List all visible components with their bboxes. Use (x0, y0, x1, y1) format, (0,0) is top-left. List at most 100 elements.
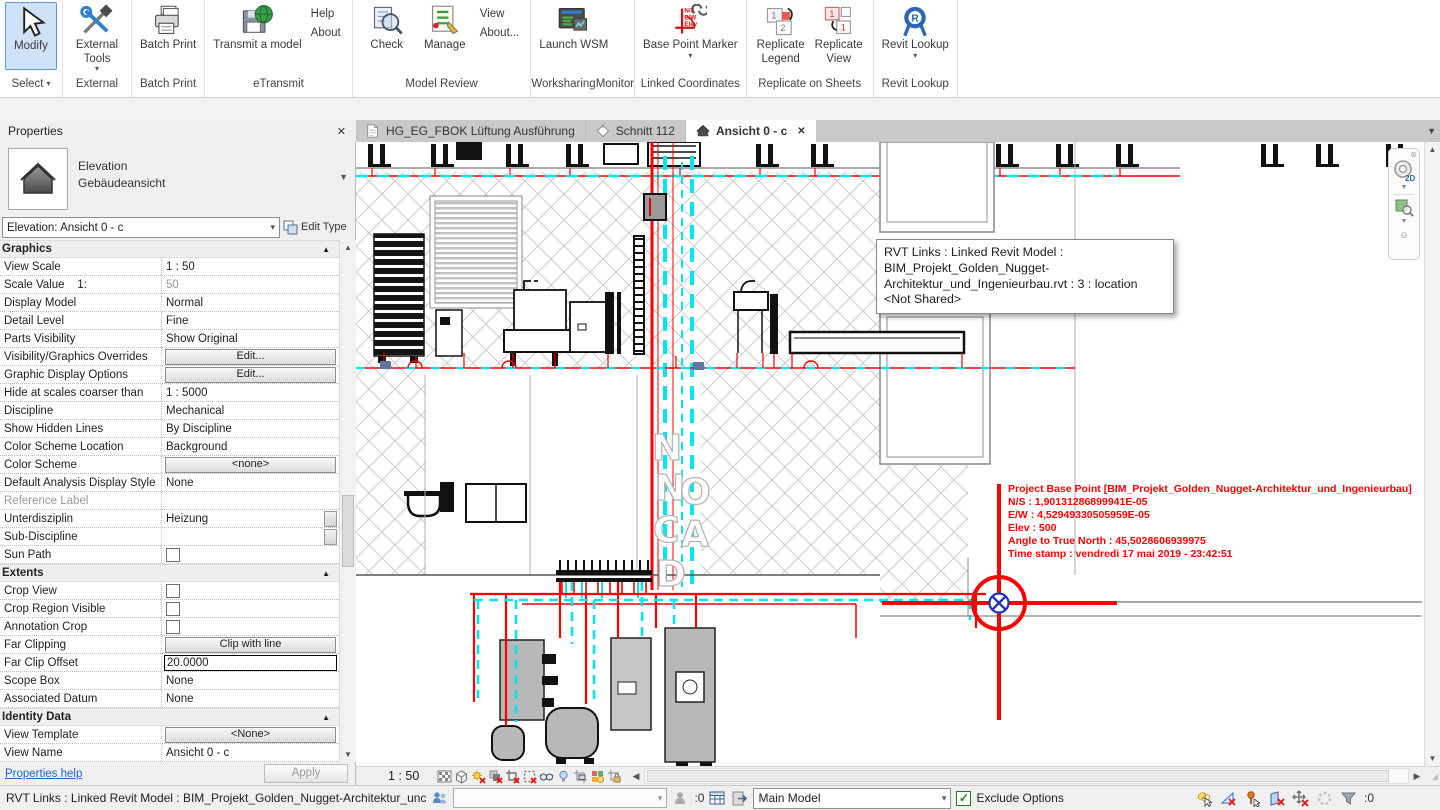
visual-style-icon[interactable] (453, 768, 470, 784)
select-by-face-icon[interactable] (1268, 790, 1285, 807)
ribbon-button-replicate-view[interactable]: 11ReplicateView (810, 2, 868, 66)
drawing-canvas[interactable]: N N O C A D (356, 142, 1424, 766)
property-button[interactable]: Clip with line (165, 637, 336, 653)
property-value[interactable]: None (162, 672, 339, 689)
property-value[interactable] (162, 600, 339, 617)
scroll-up-icon[interactable]: ▲ (1425, 142, 1440, 157)
view-tab-ansicht-0-c[interactable]: Ansicht 0 - c✕ (686, 120, 816, 142)
property-value[interactable]: 1 : 50 (162, 258, 339, 275)
property-checkbox[interactable] (166, 602, 180, 616)
vertical-scrollbar[interactable]: ▲ ▼ (1424, 142, 1440, 766)
horizontal-scrollbar[interactable] (644, 768, 1409, 784)
active-workset-combo[interactable]: ▾ (453, 788, 667, 808)
drag-on-selection-icon[interactable] (1292, 790, 1309, 807)
select-underlay-icon[interactable] (1220, 790, 1237, 807)
steering-wheel-2d-icon[interactable]: 2D (1392, 159, 1416, 183)
ribbon-button-launch-wsm[interactable]: Launch WSM (536, 2, 611, 53)
property-grid-scrollbar[interactable]: ▲ ▼ (339, 240, 356, 762)
ribbon-button-manage[interactable]: Manage (416, 2, 474, 53)
temporary-hide-icon[interactable] (538, 768, 555, 784)
worksharing-display-icon[interactable] (572, 768, 589, 784)
property-value[interactable] (162, 582, 339, 599)
type-selector[interactable]: Elevation Gebäudeansicht ▼ (0, 146, 356, 212)
instance-selector[interactable]: Elevation: Ansicht 0 - c ▾ (2, 217, 280, 238)
view-tab-hg-eg-fbok-lüftung-ausführung[interactable]: HG_EG_FBOK Lüftung Ausführung (356, 120, 586, 142)
ribbon-button-transmit-a-model[interactable]: Transmit a model (210, 2, 304, 53)
scroll-down-icon[interactable]: ▼ (340, 747, 356, 762)
filter-icon[interactable] (1340, 790, 1357, 807)
property-value[interactable]: Background (162, 438, 339, 455)
ribbon-button-replicate-legend[interactable]: 12ReplicateLegend (752, 2, 810, 66)
ribbon-button-check[interactable]: Check (358, 2, 416, 53)
temporary-view-properties-icon[interactable] (589, 768, 606, 784)
scroll-down-icon[interactable]: ▼ (1425, 751, 1440, 766)
worksets-icon[interactable] (431, 790, 448, 807)
property-value[interactable]: 50 (162, 276, 339, 293)
property-value[interactable]: Heizung (162, 510, 339, 527)
navbar-collapse-icon[interactable]: ⊖ (1400, 230, 1408, 241)
exclude-options-checkbox[interactable]: ✓ (956, 791, 971, 806)
property-value[interactable]: Edit... (162, 366, 339, 383)
hscroll-left-icon[interactable]: ◀ (629, 771, 643, 782)
zoom-region-icon[interactable] (1394, 197, 1414, 217)
property-value[interactable] (162, 528, 339, 545)
close-tab-icon[interactable]: ✕ (797, 126, 805, 137)
background-processes-icon[interactable] (1316, 790, 1333, 807)
design-option-combo[interactable]: Main Model ▾ (753, 788, 951, 809)
property-value[interactable]: Normal (162, 294, 339, 311)
crop-view-icon[interactable] (504, 768, 521, 784)
view-scale-control[interactable]: 1 : 50 (388, 769, 436, 783)
ribbon-button-help[interactable]: Help (311, 8, 335, 20)
property-button[interactable]: <None> (165, 727, 336, 743)
property-button[interactable]: <none> (165, 457, 336, 473)
type-selector-dropdown-icon[interactable]: ▼ (339, 172, 348, 182)
worksets-dialog-icon[interactable] (709, 790, 726, 807)
shadows-icon[interactable] (487, 768, 504, 784)
view-tab-schnitt-112[interactable]: Schnitt 112 (586, 120, 686, 142)
property-value[interactable]: Edit... (162, 348, 339, 365)
chevron-down-icon[interactable]: ▼ (1401, 217, 1408, 226)
properties-close-icon[interactable]: ✕ (337, 125, 356, 138)
property-value[interactable]: 20.0000 (162, 654, 339, 671)
property-checkbox[interactable] (166, 620, 180, 634)
select-pinned-icon[interactable] (1244, 790, 1261, 807)
property-value[interactable]: Clip with line (162, 636, 339, 653)
scroll-up-icon[interactable]: ▲ (340, 240, 356, 255)
collapse-section-icon[interactable]: ▲ (322, 713, 330, 722)
editing-requests-icon[interactable] (672, 790, 689, 807)
property-checkbox[interactable] (166, 548, 180, 562)
edit-type-button[interactable]: Edit Type (283, 216, 354, 238)
property-button[interactable]: Edit... (165, 367, 336, 383)
navbar-close-icon[interactable]: ⊗ (1410, 151, 1417, 159)
property-value[interactable]: Fine (162, 312, 339, 329)
detail-level-icon[interactable] (436, 768, 453, 784)
tab-list-dropdown-icon[interactable]: ▼ (1427, 120, 1436, 142)
design-options-icon[interactable] (731, 790, 748, 807)
section-header-identity-data[interactable]: Identity Data▲ (0, 708, 339, 726)
property-value[interactable]: Show Original (162, 330, 339, 347)
select-links-icon[interactable] (1196, 790, 1213, 807)
property-input[interactable]: 20.0000 (164, 655, 337, 671)
hscroll-thumb[interactable] (647, 770, 1389, 782)
apply-button[interactable]: Apply (264, 764, 348, 783)
sun-path-icon[interactable] (470, 768, 487, 784)
properties-help-link[interactable]: Properties help (5, 768, 264, 780)
property-value[interactable]: Ansicht 0 - c (162, 744, 339, 761)
ribbon-button-about[interactable]: About (311, 27, 341, 39)
crop-region-icon[interactable] (521, 768, 538, 784)
property-value[interactable]: By Discipline (162, 420, 339, 437)
property-checkbox[interactable] (166, 584, 180, 598)
property-value[interactable]: Mechanical (162, 402, 339, 419)
hscroll-right-icon[interactable]: ▶ (1410, 771, 1424, 782)
section-header-graphics[interactable]: Graphics▲ (0, 240, 339, 258)
property-value[interactable]: 1 : 5000 (162, 384, 339, 401)
drawing-area[interactable]: N N O C A D (356, 142, 1424, 766)
ribbon-button-external-tools[interactable]: ExternalTools▾ (68, 2, 126, 72)
ribbon-button-modify[interactable]: Modify (5, 2, 57, 70)
more-button[interactable] (324, 529, 337, 545)
property-value[interactable] (162, 492, 339, 509)
property-value[interactable] (162, 618, 339, 635)
property-button[interactable]: Edit... (165, 349, 336, 365)
ribbon-button-revit-lookup[interactable]: RRevit Lookup▾ (879, 2, 952, 59)
property-value[interactable]: None (162, 690, 339, 707)
